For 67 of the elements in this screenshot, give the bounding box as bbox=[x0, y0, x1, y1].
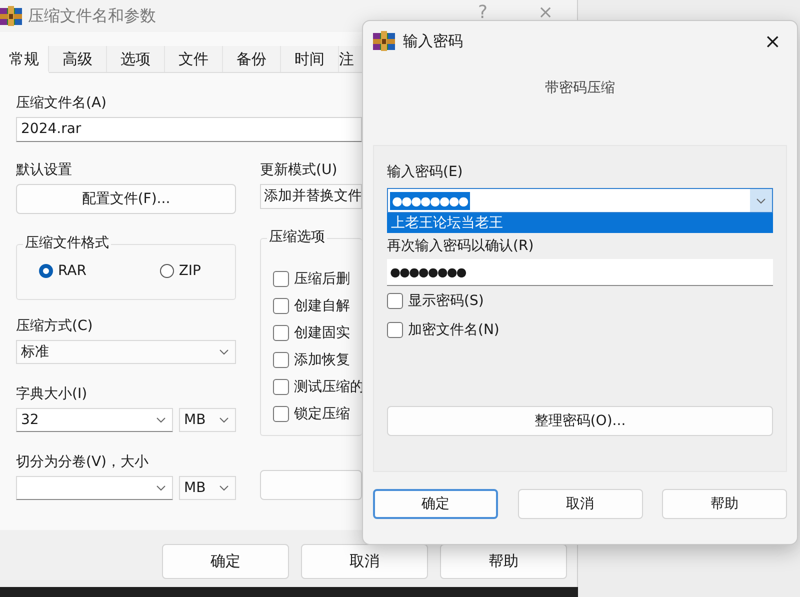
dialog-button[interactable]: 确定 bbox=[162, 544, 289, 579]
checkbox[interactable] bbox=[273, 378, 289, 394]
dialog-button[interactable]: 帮助 bbox=[440, 544, 567, 579]
tab[interactable]: 备份 bbox=[223, 46, 281, 72]
checkbox-label: 创建自解 bbox=[294, 296, 350, 314]
radio-label: RAR bbox=[58, 263, 86, 279]
password-field[interactable]: ●●●●●●●● bbox=[387, 259, 773, 286]
combo-box[interactable]: 32 bbox=[16, 408, 173, 432]
chevron-down-icon bbox=[756, 198, 766, 204]
dialog-button[interactable]: 帮助 bbox=[662, 489, 787, 519]
checkbox[interactable] bbox=[387, 322, 403, 338]
books-icon bbox=[373, 31, 395, 51]
tab[interactable]: 时间 bbox=[281, 46, 339, 72]
dialog-button[interactable]: 确定 bbox=[373, 489, 498, 519]
radio-button[interactable]: ZIP bbox=[160, 263, 201, 279]
profile-button[interactable]: 配置文件(F)... bbox=[16, 184, 236, 214]
chevron-down-icon bbox=[156, 417, 166, 423]
field-label: 再次输入密码以确认(R) bbox=[387, 237, 535, 256]
checkbox-label: 创建固实 bbox=[294, 324, 350, 342]
dialog-subtitle: 带密码压缩 bbox=[544, 79, 616, 97]
checkbox-label: 添加恢复 bbox=[294, 350, 350, 368]
chevron-down-icon bbox=[219, 417, 229, 423]
dialog-title: 输入密码 bbox=[403, 32, 463, 50]
field-label: 默认设置 bbox=[16, 161, 73, 180]
field-label: 输入密码(E) bbox=[387, 163, 464, 182]
checkbox-label: 加密文件名(N) bbox=[408, 320, 500, 338]
checkbox[interactable] bbox=[387, 292, 403, 308]
tab[interactable]: 高级 bbox=[49, 46, 107, 72]
radio-label: ZIP bbox=[178, 263, 201, 279]
dropdown-button[interactable] bbox=[750, 189, 772, 212]
checkbox[interactable] bbox=[273, 270, 289, 286]
selected-text: ●●●●●●●● bbox=[390, 192, 470, 210]
dialog-button[interactable]: 取消 bbox=[301, 544, 428, 579]
unit-dropdown[interactable]: MB bbox=[179, 408, 236, 432]
input-field[interactable]: 2024.rar bbox=[16, 117, 362, 142]
tab[interactable]: 常规 bbox=[0, 46, 49, 73]
dropdown[interactable]: 标准 bbox=[16, 340, 236, 364]
chevron-down-icon bbox=[219, 485, 229, 491]
chevron-down-icon bbox=[219, 349, 229, 355]
suggestion-menu[interactable]: 上老王论坛当老王 bbox=[387, 213, 773, 233]
group-label: 压缩文件格式 bbox=[23, 234, 111, 252]
radio-button[interactable]: RAR bbox=[39, 263, 86, 279]
checkbox[interactable] bbox=[273, 352, 289, 368]
tab[interactable]: 文件 bbox=[165, 46, 223, 72]
dialog-button[interactable]: 取消 bbox=[518, 489, 642, 519]
checkbox-label: 锁定压缩 bbox=[294, 404, 350, 422]
checkbox[interactable] bbox=[273, 406, 289, 422]
unit-dropdown[interactable]: MB bbox=[179, 476, 236, 500]
organize-button[interactable]: 整理密码(O)... bbox=[387, 406, 773, 436]
tab[interactable]: 选项 bbox=[107, 46, 165, 72]
field-label: 压缩方式(C) bbox=[16, 317, 94, 336]
password-field[interactable]: ●●●●●●●● bbox=[387, 188, 773, 213]
checkbox-label: 显示密码(S) bbox=[408, 292, 484, 310]
books-icon bbox=[0, 6, 22, 26]
chevron-down-icon bbox=[156, 485, 166, 491]
checkbox[interactable] bbox=[273, 298, 289, 314]
checkbox[interactable] bbox=[273, 324, 289, 340]
window-title: 压缩文件名和参数 bbox=[28, 6, 156, 26]
tab[interactable]: 注 bbox=[339, 46, 362, 72]
field-label: 压缩文件名(A) bbox=[16, 94, 108, 113]
group-label: 压缩选项 bbox=[267, 228, 327, 246]
checkbox-label: 压缩后删 bbox=[294, 270, 350, 288]
field-label: 切分为分卷(V)，大小 bbox=[16, 453, 150, 472]
field-label: 更新模式(U) bbox=[260, 161, 338, 180]
close-button[interactable]: × bbox=[764, 29, 781, 53]
field-label: 字典大小(I) bbox=[16, 385, 88, 404]
combo-box[interactable] bbox=[16, 476, 173, 500]
